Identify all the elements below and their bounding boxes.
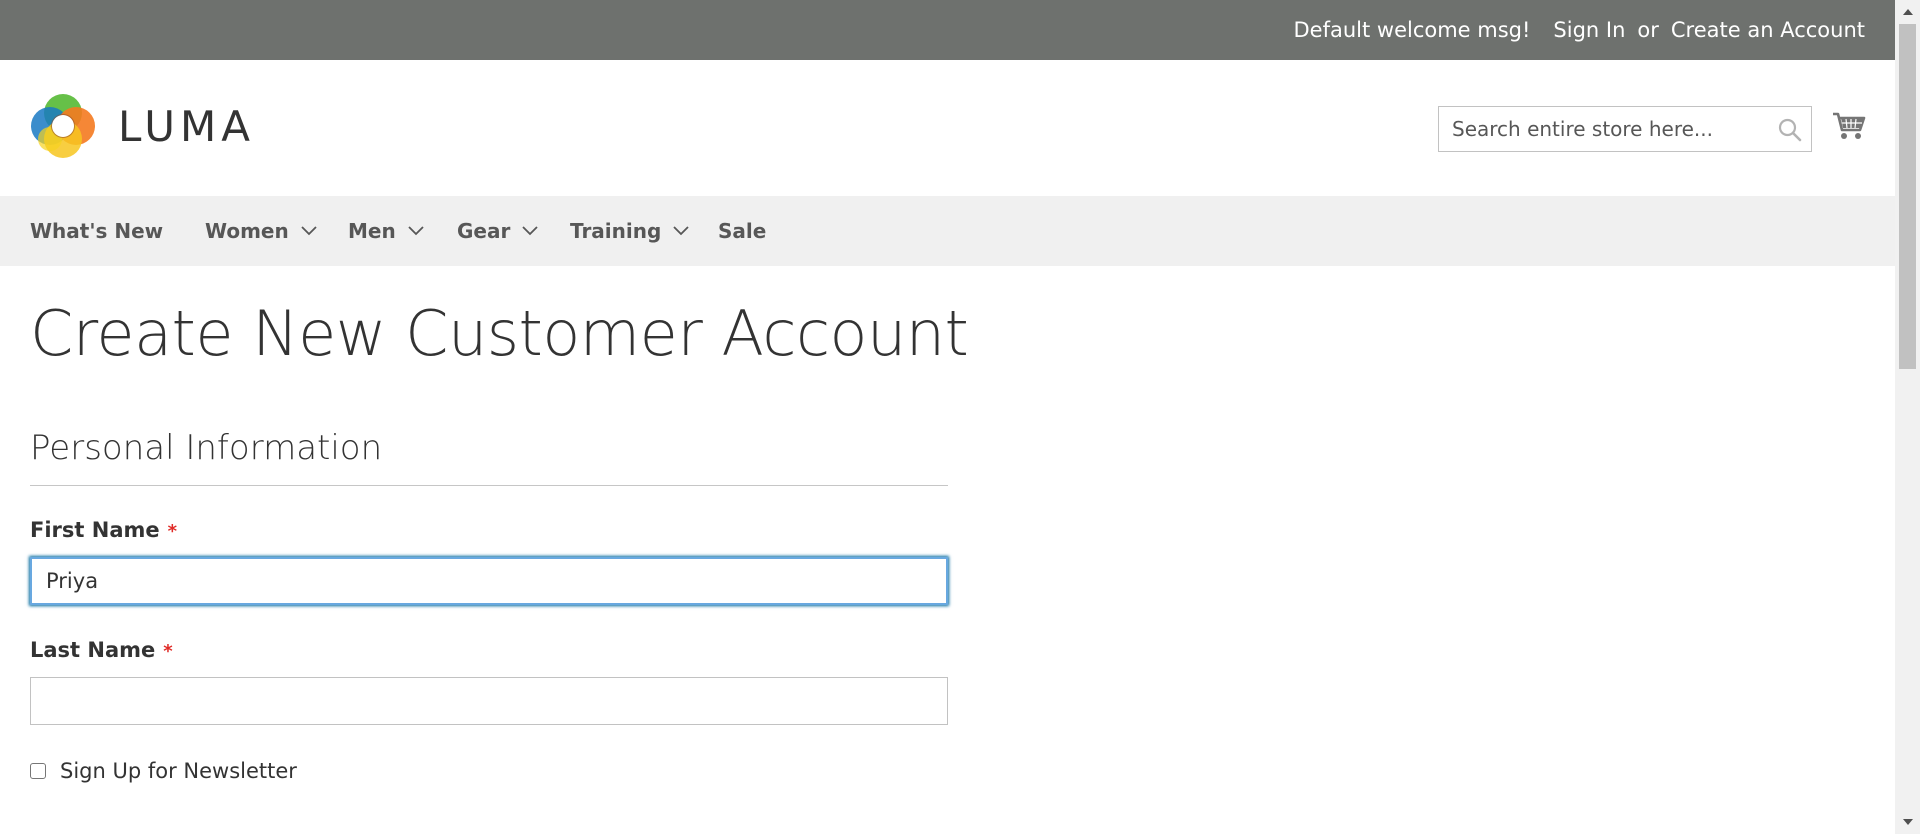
vertical-scrollbar[interactable] — [1895, 0, 1920, 834]
nav-item-label: Gear — [457, 219, 511, 243]
section-divider — [30, 485, 948, 486]
triangle-down-icon — [1902, 819, 1913, 825]
or-separator: or — [1637, 18, 1659, 42]
first-name-field[interactable] — [30, 557, 948, 605]
page-title: Create New Customer Account — [30, 297, 969, 370]
last-name-label: Last Name * — [30, 638, 173, 662]
newsletter-checkbox[interactable] — [30, 763, 46, 779]
logo[interactable]: LUMA — [30, 93, 255, 159]
minicart-button[interactable] — [1832, 108, 1866, 142]
scroll-up-arrow[interactable] — [1895, 2, 1920, 22]
last-name-field[interactable] — [30, 677, 948, 725]
main-navigation: What's New Women Men Gear Training Sale — [0, 196, 1895, 266]
logo-text: LUMA — [118, 101, 256, 151]
search-button[interactable] — [1777, 117, 1803, 143]
newsletter-option[interactable]: Sign Up for Newsletter — [30, 759, 297, 783]
nav-item-label: Sale — [718, 219, 767, 243]
nav-item-label: What's New — [30, 219, 164, 243]
nav-item-whats-new[interactable]: What's New — [30, 196, 163, 266]
nav-item-gear[interactable]: Gear — [457, 196, 538, 266]
top-bar: Default welcome msg! Sign In or Create a… — [0, 0, 1895, 60]
header: LUMA — [0, 60, 1895, 196]
first-name-label: First Name * — [30, 518, 177, 542]
required-mark: * — [163, 641, 173, 662]
nav-item-label: Women — [205, 219, 289, 243]
scrollbar-thumb[interactable] — [1899, 24, 1916, 369]
chevron-down-icon — [522, 226, 538, 236]
page: Default welcome msg! Sign In or Create a… — [0, 0, 1895, 834]
nav-item-men[interactable]: Men — [348, 196, 424, 266]
sign-in-link[interactable]: Sign In — [1553, 18, 1625, 42]
welcome-message: Default welcome msg! — [1293, 18, 1531, 42]
luma-logo-icon — [31, 94, 95, 158]
search-box — [1438, 106, 1812, 152]
nav-item-sale[interactable]: Sale — [718, 196, 766, 266]
scroll-down-arrow[interactable] — [1895, 812, 1920, 832]
last-name-label-text: Last Name — [30, 638, 156, 662]
nav-item-training[interactable]: Training — [570, 196, 689, 266]
chevron-down-icon — [408, 226, 424, 236]
create-account-link[interactable]: Create an Account — [1671, 18, 1865, 42]
required-mark: * — [167, 521, 178, 542]
triangle-up-icon — [1902, 9, 1913, 15]
magnifier-icon — [1778, 118, 1802, 142]
search-input[interactable] — [1439, 107, 1772, 151]
section-title-personal-information: Personal Information — [30, 428, 383, 468]
nav-item-women[interactable]: Women — [205, 196, 317, 266]
top-links: Default welcome msg! Sign In or Create a… — [1293, 0, 1865, 60]
shopping-cart-icon — [1833, 112, 1866, 139]
nav-item-label: Men — [348, 219, 396, 243]
first-name-label-text: First Name — [30, 518, 160, 542]
chevron-down-icon — [301, 226, 317, 236]
newsletter-label: Sign Up for Newsletter — [60, 759, 297, 783]
chevron-down-icon — [673, 226, 689, 236]
nav-item-label: Training — [570, 219, 662, 243]
